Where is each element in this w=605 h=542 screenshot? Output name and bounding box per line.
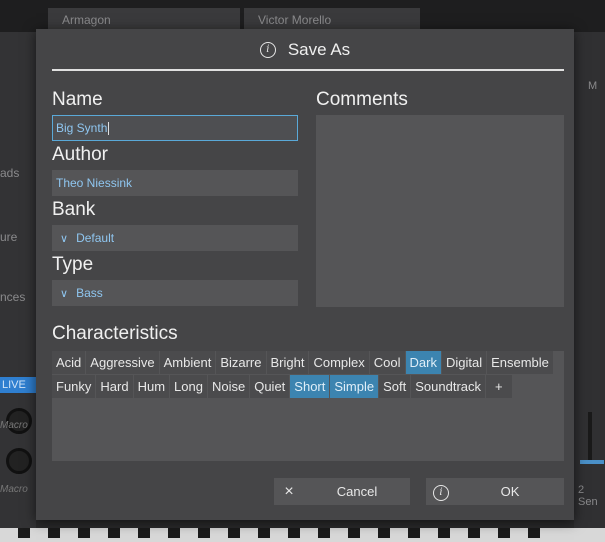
ok-button-label: OK	[500, 484, 520, 499]
name-label: Name	[52, 89, 103, 110]
tag-acid[interactable]: Acid	[52, 351, 86, 374]
tag-ambient[interactable]: Ambient	[159, 351, 216, 374]
bg-right-label: M	[588, 80, 598, 92]
type-value: Bass	[76, 286, 103, 300]
bg-live-badge: LIVE	[0, 377, 36, 393]
dialog-title-bar: i Save As	[36, 37, 574, 63]
tag-hard[interactable]: Hard	[96, 375, 133, 398]
tag-dark[interactable]: Dark	[405, 351, 441, 374]
cancel-button[interactable]: × Cancel	[274, 478, 410, 505]
tag-noise[interactable]: Noise	[207, 375, 250, 398]
tag-quiet[interactable]: Quiet	[250, 375, 290, 398]
title-divider	[52, 69, 564, 71]
info-icon: i	[433, 485, 449, 501]
tag-ensemble[interactable]: Ensemble	[487, 351, 553, 374]
tag-simple[interactable]: Simple	[330, 375, 379, 398]
bg-keyboard	[0, 528, 605, 542]
tag-cool[interactable]: Cool	[369, 351, 405, 374]
author-label: Author	[52, 144, 108, 165]
tag-soft[interactable]: Soft	[379, 375, 411, 398]
tag-aggressive[interactable]: Aggressive	[86, 351, 159, 374]
tag-bright[interactable]: Bright	[266, 351, 309, 374]
bg-left-label: nces	[0, 290, 26, 304]
cancel-button-label: Cancel	[336, 484, 378, 499]
add-tag-button[interactable]: +	[486, 375, 512, 398]
type-dropdown[interactable]: ∨ Bass	[52, 280, 298, 306]
info-icon: i	[259, 42, 276, 58]
tag-hum[interactable]: Hum	[133, 375, 170, 398]
info-icon-wrap: i	[426, 482, 456, 501]
chevron-down-icon: ∨	[60, 233, 69, 245]
bg-macro-label: Macro	[0, 484, 28, 495]
bank-value: Default	[76, 231, 115, 245]
background-right-panel	[574, 32, 605, 542]
save-as-dialog: i Save As Name Big Synth Author Theo Nie…	[36, 29, 574, 520]
tag-complex[interactable]: Complex	[309, 351, 369, 374]
bg-left-label: ads	[0, 166, 20, 180]
bg-macro-knob	[6, 448, 32, 474]
characteristics-tags: Acid Aggressive Ambient Bizarre Bright Comple…	[52, 351, 564, 399]
bg-slider	[588, 412, 592, 464]
dialog-title: Save As	[287, 40, 351, 59]
bg-right-label: 2 Sen	[578, 484, 598, 508]
tag-digital[interactable]: Digital	[441, 351, 487, 374]
author-field[interactable]: Theo Niessink	[52, 170, 298, 196]
tag-bizarre[interactable]: Bizarre	[216, 351, 266, 374]
name-value: Big Synth	[56, 121, 108, 135]
tag-short[interactable]: Short	[290, 375, 330, 398]
ok-button[interactable]: i OK	[426, 478, 564, 505]
bank-label: Bank	[52, 199, 96, 220]
type-label: Type	[52, 254, 94, 275]
name-field[interactable]: Big Synth	[52, 115, 298, 141]
comments-textarea[interactable]	[316, 115, 564, 307]
characteristics-label: Characteristics	[52, 323, 178, 344]
tag-soundtrack[interactable]: Soundtrack	[411, 375, 486, 398]
close-icon: ×	[284, 482, 294, 500]
chevron-down-icon: ∨	[60, 288, 69, 300]
tag-long[interactable]: Long	[170, 375, 207, 398]
text-caret	[108, 122, 110, 136]
tag-funky[interactable]: Funky	[52, 375, 96, 398]
comments-label: Comments	[316, 89, 408, 110]
author-value: Theo Niessink	[56, 176, 133, 190]
bg-slider-handle	[580, 460, 604, 464]
bg-left-label: ure	[0, 230, 18, 244]
bank-dropdown[interactable]: ∨ Default	[52, 225, 298, 251]
bg-macro-label: Macro	[0, 420, 28, 431]
